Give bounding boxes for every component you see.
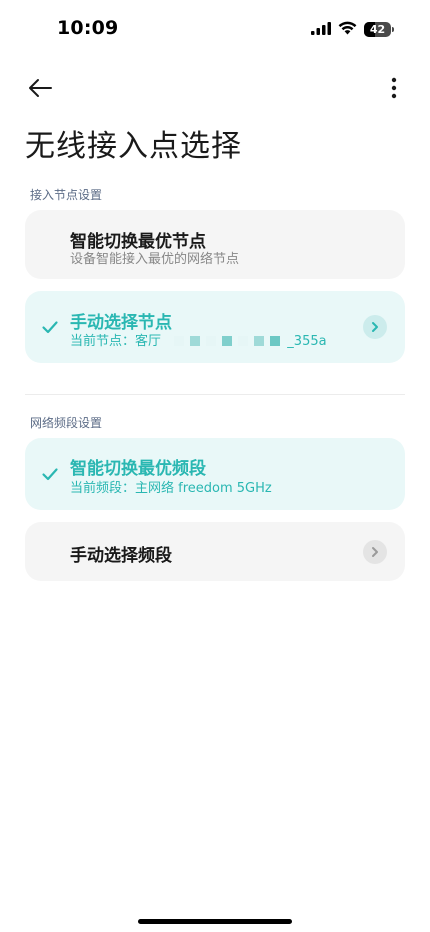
current-node-prefix: 当前节点：客厅 [70,334,162,349]
smart-band-option[interactable]: 智能切换最优频段 当前频段：主网络 freedom 5GHz [25,438,405,510]
smart-node-option[interactable]: 智能切换最优节点 设备智能接入最优的网络节点 [25,210,405,279]
wifi-icon [338,20,357,39]
more-vertical-icon [391,77,397,99]
manual-node-option[interactable]: 手动选择节点 当前节点：客厅 _355a [25,291,405,363]
section-divider [25,394,405,395]
more-button[interactable] [382,74,406,102]
check-icon [42,321,58,334]
chevron-right-icon [363,540,387,564]
signal-icon [311,20,331,39]
check-icon [42,468,58,481]
back-button[interactable] [24,74,56,102]
chevron-right-icon [363,315,387,339]
option-subtitle: 当前节点：客厅 _355a [70,330,327,349]
redacted-node-name [171,334,287,349]
manual-band-option[interactable]: 手动选择频段 [25,522,405,581]
section-label-band: 网络频段设置 [30,416,103,430]
status-icons: 42 [311,20,394,39]
arrow-left-icon [29,79,52,97]
option-title: 手动选择频段 [70,546,172,566]
battery-tip [392,27,394,32]
current-node-suffix: _355a [287,334,327,349]
status-bar: 10:09 42 [0,0,430,58]
home-indicator[interactable] [138,919,292,924]
status-time: 10:09 [57,17,119,39]
section-label-node: 接入节点设置 [30,188,103,202]
option-subtitle: 设备智能接入最优的网络节点 [70,252,240,267]
option-subtitle: 当前频段：主网络 freedom 5GHz [70,481,272,496]
battery-icon: 42 [364,22,391,37]
option-title: 智能切换最优频段 [70,459,206,479]
battery-level: 42 [369,23,386,36]
page-title: 无线接入点选择 [25,129,242,164]
